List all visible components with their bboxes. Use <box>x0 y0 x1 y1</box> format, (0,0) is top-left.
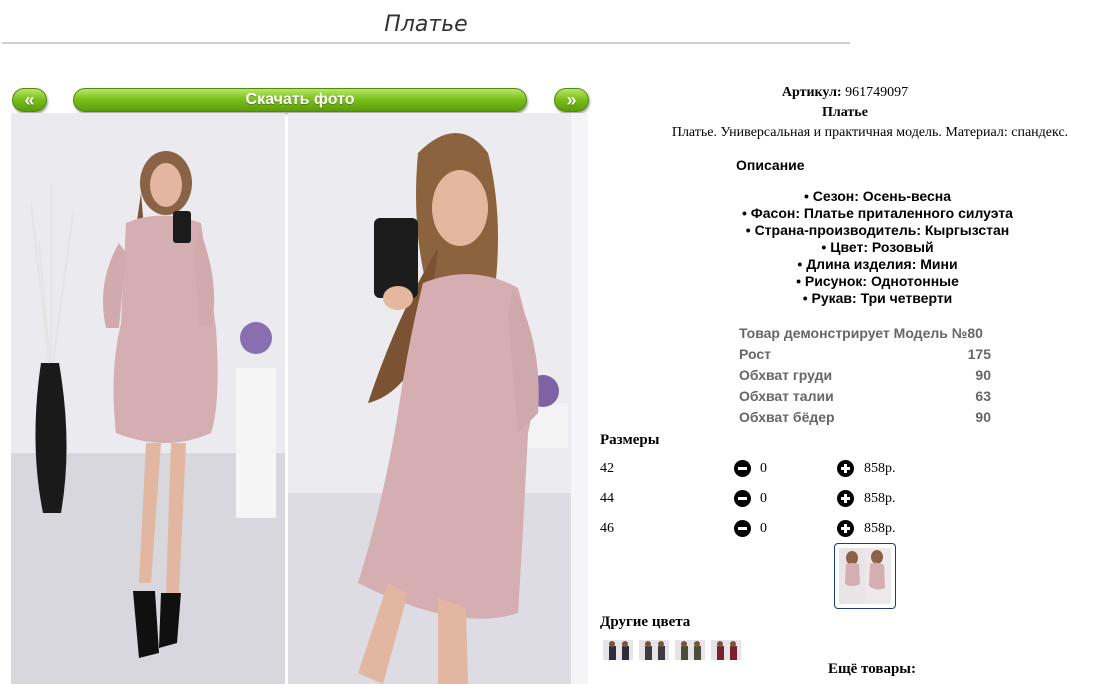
model-row-label: Обхват бёдер <box>739 409 835 425</box>
model-row-value: 90 <box>975 409 991 425</box>
size-quantity: 0 <box>760 461 767 476</box>
model-row-value: 90 <box>975 367 991 383</box>
description-heading: Описание <box>736 157 805 173</box>
model-row-value: 63 <box>975 388 991 404</box>
minus-circle-icon[interactable] <box>734 490 751 507</box>
color-swatch-3[interactable] <box>675 640 705 660</box>
article-label: Артикул: <box>781 85 842 100</box>
article-value: 961749097 <box>845 85 909 100</box>
property-length: • Длина изделия: Мини <box>797 256 958 272</box>
property-style: • Фасон: Платье приталенного силуэта <box>742 205 1013 221</box>
model-row-waist: Обхват талии 63 <box>739 386 991 407</box>
current-color-thumbnail[interactable] <box>834 543 896 609</box>
color-swatch-1[interactable] <box>603 640 633 660</box>
plus-circle-icon[interactable] <box>837 490 854 507</box>
sizes-heading: Размеры <box>600 432 660 448</box>
model-row-value: 175 <box>967 346 991 362</box>
other-colors-heading: Другие цвета <box>600 614 691 630</box>
prev-photo-button[interactable]: « <box>12 88 47 112</box>
next-photo-button[interactable]: » <box>554 88 589 112</box>
model-row-hips: Обхват бёдер 90 <box>739 407 991 428</box>
size-label: 44 <box>600 491 614 506</box>
model-row-height: Рост 175 <box>739 344 991 365</box>
plus-circle-icon[interactable] <box>837 520 854 537</box>
property-list: • Сезон: Осень-весна • Фасон: Платье при… <box>720 188 1035 307</box>
size-price: 858р. <box>864 461 896 476</box>
color-swatch-4[interactable] <box>711 640 741 660</box>
more-products-heading: Ещё товары: <box>827 661 917 677</box>
size-row-42: 42 0 858р. <box>600 460 920 480</box>
plus-circle-icon[interactable] <box>837 460 854 477</box>
property-country: • Страна-производитель: Кыргызстан <box>745 222 1010 238</box>
size-row-46: 46 0 858р. <box>600 520 920 540</box>
property-sleeve: • Рукав: Три четверти <box>802 290 953 306</box>
size-quantity: 0 <box>760 491 767 506</box>
size-price: 858р. <box>864 521 896 536</box>
minus-circle-icon[interactable] <box>734 520 751 537</box>
property-color: • Цвет: Розовый <box>821 239 934 255</box>
product-name: Платье <box>822 105 868 120</box>
model-row-label: Рост <box>739 346 771 362</box>
color-swatch-2[interactable] <box>639 640 669 660</box>
size-row-44: 44 0 858р. <box>600 490 920 510</box>
product-photo-mirror[interactable] <box>288 113 588 684</box>
model-measurements: Товар демонстрирует Модель №80 Рост 175 … <box>739 323 991 428</box>
property-pattern: • Рисунок: Однотонные <box>796 273 959 289</box>
model-row-label: Обхват груди <box>739 367 833 383</box>
model-row-label: Обхват талии <box>739 388 834 404</box>
property-season: • Сезон: Осень-весна <box>803 188 952 204</box>
size-price: 858р. <box>864 491 896 506</box>
article-line: Артикул: 961749097 <box>600 85 1090 101</box>
model-heading: Товар демонстрирует Модель №80 <box>739 325 983 341</box>
page-title: Платье <box>384 12 468 37</box>
size-label: 46 <box>600 521 614 536</box>
minus-circle-icon[interactable] <box>734 460 751 477</box>
download-photo-button[interactable]: Скачать фото <box>73 88 527 112</box>
size-quantity: 0 <box>760 521 767 536</box>
product-photo-front[interactable] <box>11 113 285 684</box>
product-short-description: Платье. Универсальная и практичная модел… <box>671 125 1069 140</box>
size-label: 42 <box>600 461 614 476</box>
model-row-chest: Обхват груди 90 <box>739 365 991 386</box>
title-divider <box>2 42 850 44</box>
